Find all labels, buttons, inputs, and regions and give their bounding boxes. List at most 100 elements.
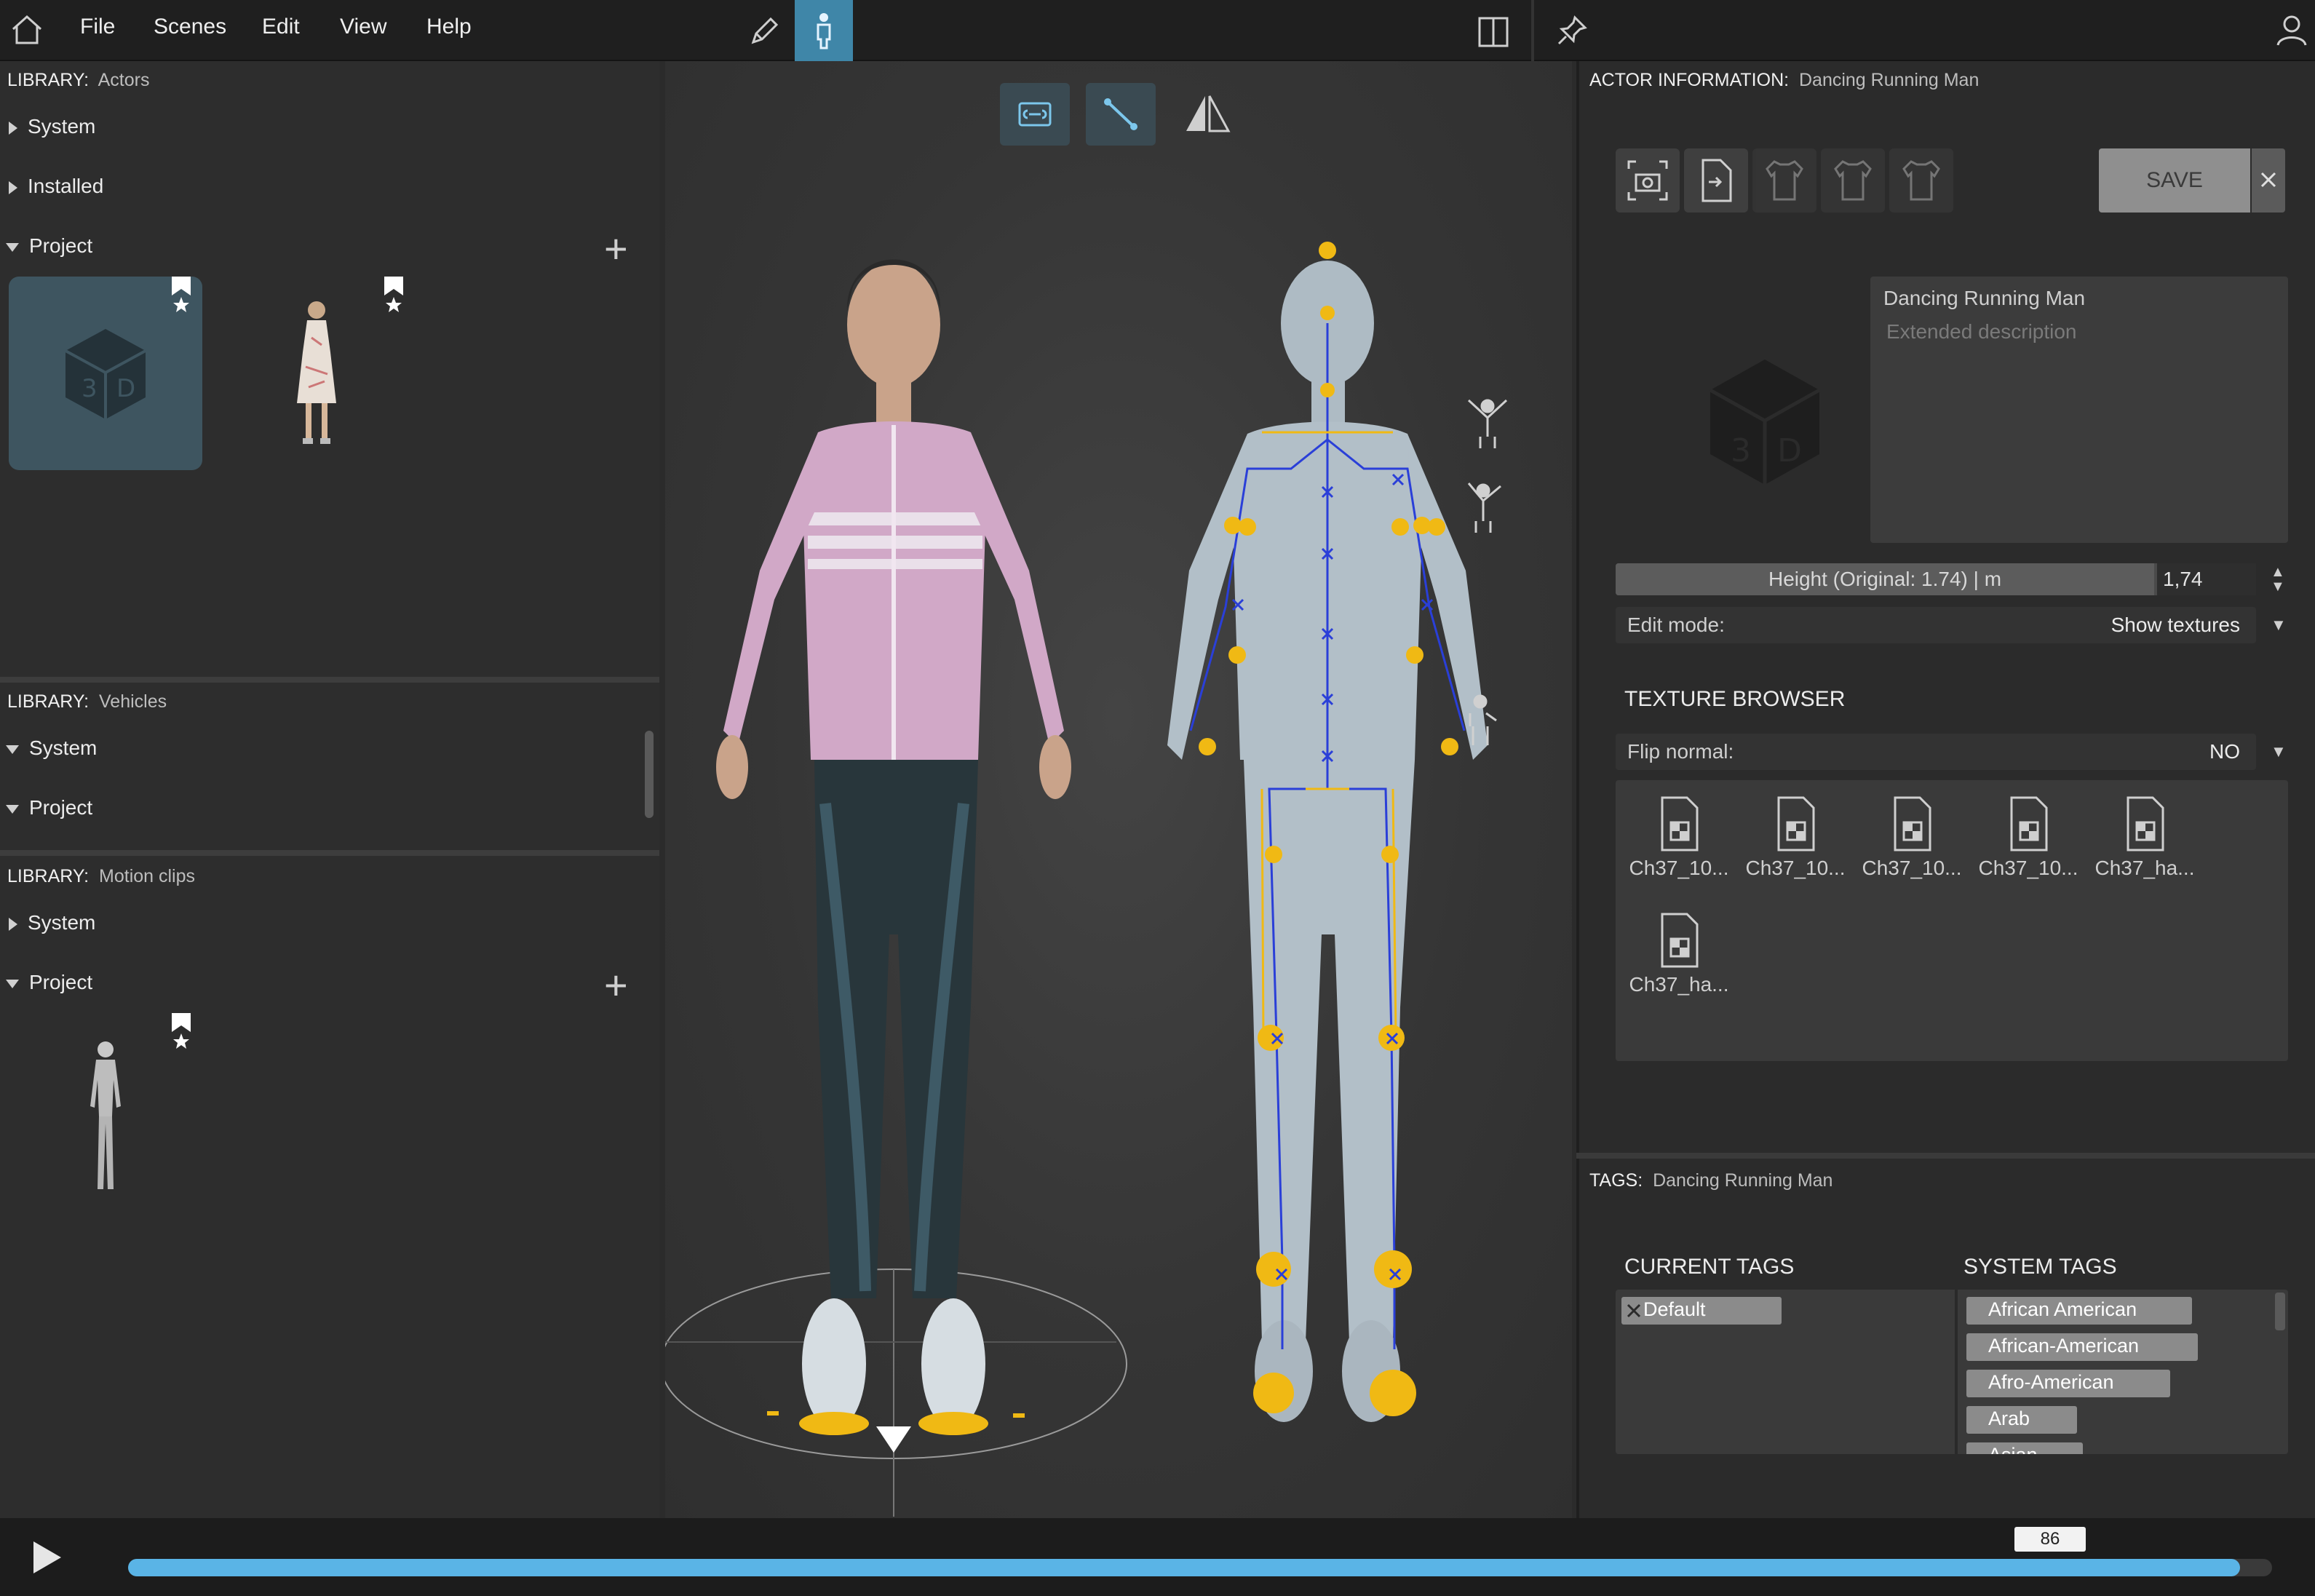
tree-motion-system[interactable]: System	[9, 911, 95, 934]
system-tag-chip[interactable]: Arab	[1966, 1406, 2077, 1434]
texture-label: Ch37_ha...	[2094, 857, 2195, 879]
texture-item[interactable]: Ch37_ha...	[1624, 911, 1734, 996]
close-button[interactable]	[2252, 148, 2285, 213]
edit-mode-label: Edit mode:	[1627, 614, 1725, 636]
shirt-question-icon	[1902, 160, 1940, 201]
current-tag-chip[interactable]: Default	[1621, 1297, 1782, 1325]
top-menu-bar: File Scenes Edit View Help	[0, 0, 2315, 61]
tags-box: Default African American African-America…	[1616, 1290, 2288, 1454]
height-slider[interactable]: Height (Original: 1.74) | m 1,74	[1616, 563, 2256, 595]
height-label: Height (Original: 1.74) | m	[1768, 568, 2002, 590]
system-tag-chip[interactable]: African American	[1966, 1297, 2192, 1325]
tag-label: Default	[1643, 1298, 1706, 1320]
menu-edit[interactable]: Edit	[262, 15, 300, 39]
origin-marker-icon	[876, 1426, 911, 1453]
library-name: Motion clips	[99, 866, 196, 886]
tree-motion-project[interactable]: Project	[6, 971, 92, 994]
tags-label: TAGS:	[1589, 1170, 1643, 1191]
add-clothing-button[interactable]	[1752, 148, 1816, 213]
pencil-icon[interactable]	[746, 15, 782, 48]
texture-file-icon	[2127, 796, 2164, 851]
flip-normal-select[interactable]: Flip normal: NO	[1616, 734, 2256, 770]
texture-file-icon	[2010, 796, 2048, 851]
tree-actors-system[interactable]: System	[9, 115, 95, 138]
height-spin-icon[interactable]: ▲ ▼	[2271, 565, 2285, 594]
menu-help[interactable]: Help	[426, 15, 472, 39]
svg-text:D: D	[116, 374, 135, 403]
add-actor-button[interactable]: +	[604, 229, 628, 269]
camera-icon	[1627, 160, 1668, 201]
texture-item[interactable]: Ch37_10...	[1624, 795, 1734, 880]
panel-divider[interactable]	[0, 850, 659, 856]
actor-rig-model	[1167, 242, 1488, 1422]
edit-mode-select[interactable]: Edit mode: Show textures	[1616, 607, 2256, 643]
system-tag-chip[interactable]: African-American	[1966, 1333, 2198, 1361]
tree-vehicles-project[interactable]: Project	[6, 796, 92, 819]
expanded-arrow-icon	[6, 242, 19, 252]
export-button[interactable]	[1684, 148, 1748, 213]
tags-divider	[1955, 1290, 1958, 1454]
tree-actors-project[interactable]: Project	[6, 234, 92, 258]
actor-mode-button[interactable]	[795, 0, 853, 61]
pin-icon[interactable]	[1556, 15, 1588, 47]
actor-thumbnail-woman[interactable]	[277, 294, 357, 461]
remove-tag-icon[interactable]	[1626, 1303, 1642, 1319]
dropdown-arrow-icon[interactable]: ▼	[2271, 616, 2287, 635]
panel-divider[interactable]	[0, 677, 659, 683]
texture-label: Ch37_10...	[1629, 857, 1729, 879]
texture-file-icon	[1661, 913, 1699, 968]
save-button[interactable]: SAVE	[2099, 148, 2250, 213]
timeline-track[interactable]	[128, 1559, 2272, 1576]
description-box[interactable]: Dancing Running Man Extended description	[1870, 277, 2288, 543]
clothing-info-button[interactable]	[1889, 148, 1953, 213]
texture-item[interactable]: Ch37_10...	[1974, 795, 2083, 880]
panel-divider[interactable]	[1576, 1153, 2315, 1159]
library-vehicles-header: LIBRARY: Vehicles	[7, 691, 167, 712]
remove-clothing-button[interactable]	[1821, 148, 1885, 213]
tree-label: System	[28, 911, 96, 934]
collapsed-arrow-icon	[9, 917, 17, 931]
close-icon	[2260, 172, 2276, 188]
current-tags-title: CURRENT TAGS	[1624, 1255, 1795, 1279]
library-actors-header: LIBRARY: Actors	[7, 70, 149, 91]
3d-viewport[interactable]	[665, 61, 1572, 1518]
home-icon[interactable]	[10, 13, 44, 47]
system-tag-chip[interactable]: Afro-American	[1966, 1370, 2170, 1397]
menu-view[interactable]: View	[340, 15, 386, 39]
toolbar-divider	[1531, 0, 1534, 61]
add-motion-clip-button[interactable]: +	[604, 965, 628, 1006]
system-tag-chip[interactable]: Asian	[1966, 1442, 2083, 1454]
expanded-arrow-icon	[6, 804, 19, 814]
texture-file-icon	[1894, 796, 1931, 851]
tags-scrollbar[interactable]	[2275, 1293, 2285, 1330]
dropdown-arrow-icon[interactable]: ▼	[2271, 742, 2287, 761]
menu-file[interactable]: File	[80, 15, 115, 39]
expanded-arrow-icon	[6, 745, 19, 754]
tree-actors-installed[interactable]: Installed	[9, 175, 103, 198]
texture-label: Ch37_10...	[1978, 857, 2078, 879]
actor-preview: 3 D	[1688, 345, 1841, 520]
texture-item[interactable]: Ch37_10...	[1741, 795, 1850, 880]
user-icon[interactable]	[2275, 13, 2308, 47]
vehicles-scrollbar[interactable]	[645, 731, 654, 818]
file-export-icon	[1701, 159, 1732, 202]
height-value[interactable]: 1,74	[2157, 563, 2256, 595]
bookmark-star-icon[interactable]	[381, 275, 406, 316]
texture-item[interactable]: Ch37_ha...	[2090, 795, 2199, 880]
library-label: LIBRARY:	[7, 691, 90, 712]
play-button[interactable]	[29, 1539, 65, 1576]
bookmark-star-icon[interactable]	[169, 1012, 194, 1052]
shirt-add-icon	[1766, 160, 1803, 201]
motion-clip-thumbnail[interactable]	[65, 1036, 146, 1204]
panel-layout-icon[interactable]	[1477, 16, 1509, 48]
texture-item[interactable]: Ch37_10...	[1857, 795, 1966, 880]
svg-text:D: D	[1777, 432, 1802, 469]
current-frame-label[interactable]: 86	[2014, 1527, 2086, 1552]
bookmark-star-icon[interactable]	[169, 275, 194, 316]
svg-text:3: 3	[82, 374, 98, 403]
expanded-arrow-icon	[6, 979, 19, 988]
library-panel: LIBRARY: Actors System Installed Project…	[0, 61, 659, 1518]
tree-vehicles-system[interactable]: System	[6, 737, 97, 760]
snapshot-button[interactable]	[1616, 148, 1680, 213]
menu-scenes[interactable]: Scenes	[154, 15, 226, 39]
